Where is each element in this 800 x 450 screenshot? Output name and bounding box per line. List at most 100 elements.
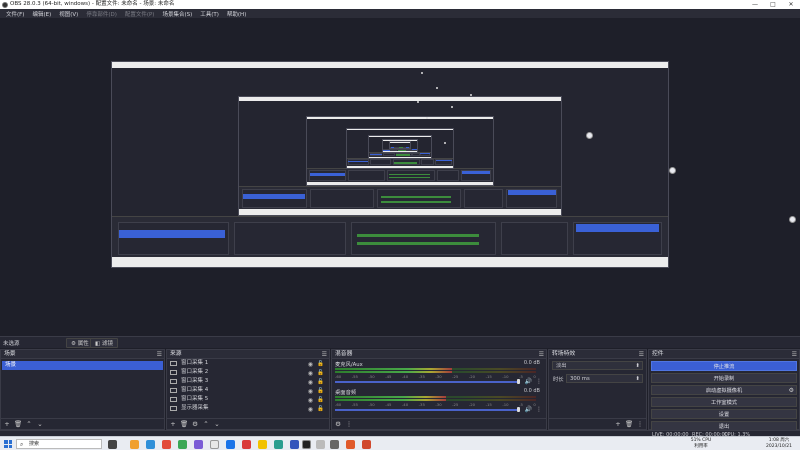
menu-docks[interactable]: 停靠部件(D) xyxy=(82,10,121,18)
settings-button[interactable]: 设置 xyxy=(651,409,797,419)
search-icon: ⌕ xyxy=(20,441,24,448)
volume-slider-handle[interactable] xyxy=(517,379,520,384)
preview-dot xyxy=(470,94,472,96)
dock-menu-icon[interactable]: ☰ xyxy=(792,350,797,359)
gear-icon[interactable]: ⚙ xyxy=(789,386,794,396)
menu-profile[interactable]: 配置文件(P) xyxy=(121,10,159,18)
menu-tools[interactable]: 工具(T) xyxy=(196,10,223,18)
volume-slider-handle[interactable] xyxy=(517,407,520,412)
preview-handle-icon[interactable] xyxy=(586,132,593,139)
scene-list-item[interactable]: 场景 xyxy=(2,361,163,370)
virtual-camera-label: 启动虚拟摄像机 xyxy=(705,388,743,394)
search-placeholder: 搜索 xyxy=(29,441,40,447)
preview-handle-icon[interactable] xyxy=(669,167,676,174)
maximize-button[interactable]: □ xyxy=(764,0,782,9)
minimize-button[interactable]: — xyxy=(746,0,764,9)
close-button[interactable]: ✕ xyxy=(782,0,800,9)
wechat-icon[interactable] xyxy=(178,439,187,449)
trash-icon[interactable]: 🗑 xyxy=(14,420,22,428)
tick-label: -20 xyxy=(468,374,476,379)
filters-button[interactable]: ◧ 滤镜 xyxy=(90,338,118,348)
duration-input[interactable]: 300 ms ⬍ xyxy=(566,374,643,383)
chevron-up-icon[interactable]: ⌃ xyxy=(202,420,210,428)
studio-mode-button[interactable]: 工作室模式 xyxy=(651,397,797,407)
volume-icon[interactable]: 🔊 xyxy=(525,406,532,413)
file-explorer-icon[interactable] xyxy=(130,439,139,449)
dock-menu-icon[interactable]: ☰ xyxy=(639,350,644,359)
tick-label: -55 xyxy=(351,374,358,379)
lock-icon[interactable]: 🔓 xyxy=(317,405,324,414)
dock-menu-icon[interactable]: ☰ xyxy=(157,350,162,359)
more-icon[interactable]: ⋮ xyxy=(536,378,542,385)
menu-file[interactable]: 文件(F) xyxy=(2,10,28,18)
more-icon[interactable]: ⋮ xyxy=(536,406,542,413)
tick-label: -40 xyxy=(401,374,409,379)
gear-icon[interactable]: ⚙ xyxy=(334,420,342,428)
source-item[interactable]: 显示器采集 ◉ 🔓 xyxy=(167,404,329,413)
start-virtual-camera-button[interactable]: 启动虚拟摄像机 ⚙ xyxy=(651,385,797,395)
source-item[interactable]: 窗口采集 2 ◉ 🔓 xyxy=(167,368,329,377)
preview-handle-icon[interactable] xyxy=(789,216,796,223)
app-icon[interactable] xyxy=(330,439,339,449)
app-icon[interactable] xyxy=(290,439,299,449)
tick-label: -10 xyxy=(502,402,509,407)
volume-icon[interactable]: 🔊 xyxy=(525,378,532,385)
app-icon[interactable] xyxy=(274,439,283,449)
obs-taskbar-icon[interactable] xyxy=(302,439,311,449)
windows-start-icon[interactable] xyxy=(4,440,12,448)
clock[interactable]: 1:08 周六 2023/10/21 xyxy=(762,438,796,450)
properties-label: 属性 xyxy=(77,341,89,347)
app-icon[interactable] xyxy=(194,439,203,449)
add-icon[interactable]: + xyxy=(169,420,177,428)
clock-date: 2023/10/21 xyxy=(766,444,792,449)
app-icon[interactable] xyxy=(362,439,371,449)
app-icon[interactable] xyxy=(316,439,325,449)
transition-select[interactable]: 淡出 ⬍ xyxy=(552,361,643,370)
source-label: 窗口采集 2 xyxy=(181,369,209,375)
chevron-up-icon[interactable]: ⌃ xyxy=(25,420,33,428)
menu-edit[interactable]: 编辑(E) xyxy=(28,10,55,18)
app-icon[interactable] xyxy=(210,439,219,449)
trash-icon[interactable]: 🗑 xyxy=(180,420,188,428)
menu-help[interactable]: 帮助(H) xyxy=(223,10,250,18)
no-source-selected-label: 未选源 xyxy=(3,341,20,347)
app-icon[interactable] xyxy=(242,439,251,449)
app-icon[interactable] xyxy=(346,439,355,449)
volume-slider[interactable] xyxy=(335,409,520,411)
source-item[interactable]: 窗口采集 1 ◉ 🔓 xyxy=(167,359,329,368)
chevron-down-icon[interactable]: ⌄ xyxy=(213,420,221,428)
filter-icon: ◧ xyxy=(95,341,102,347)
menu-view[interactable]: 视图(V) xyxy=(55,10,82,18)
chrome-icon[interactable] xyxy=(226,439,235,449)
more-icon[interactable]: ⋮ xyxy=(345,420,353,428)
eye-icon[interactable]: ◉ xyxy=(308,405,313,414)
task-view-icon[interactable] xyxy=(108,439,117,449)
preview-canvas[interactable] xyxy=(0,18,800,332)
more-icon[interactable]: ⋮ xyxy=(636,420,644,428)
taskbar-search-input[interactable]: ⌕ 搜索 xyxy=(16,439,102,449)
dock-menu-icon[interactable]: ☰ xyxy=(322,350,327,359)
start-recording-button[interactable]: 开始录制 xyxy=(651,373,797,383)
source-item[interactable]: 窗口采集 5 ◉ 🔓 xyxy=(167,395,329,404)
volume-slider[interactable] xyxy=(335,381,520,383)
menu-scene-collection[interactable]: 场景集合(S) xyxy=(158,10,196,18)
mixer-channel: 桌面音频 0.0 dB -60 -55 -50 -45 -40 -35 -30 -25 -20 -15… xyxy=(332,387,546,415)
tick-label: -60 xyxy=(335,402,342,407)
edge-icon[interactable] xyxy=(146,439,155,449)
add-icon[interactable]: + xyxy=(3,420,11,428)
gear-icon[interactable]: ⚙ xyxy=(191,420,199,428)
spinner-icon: ⬍ xyxy=(635,363,640,369)
trash-icon[interactable]: 🗑 xyxy=(625,420,633,428)
cpu-usage-tray[interactable]: 51% CPU利用率 xyxy=(690,438,712,450)
app-icon[interactable] xyxy=(258,439,267,449)
chevron-down-icon[interactable]: ⌄ xyxy=(36,420,44,428)
tick-label: -25 xyxy=(452,374,459,379)
transitions-footer: + 🗑 ⋮ xyxy=(549,418,646,429)
tick-label: -10 xyxy=(502,374,509,379)
source-item[interactable]: 窗口采集 4 ◉ 🔓 xyxy=(167,386,329,395)
app-icon[interactable] xyxy=(162,439,171,449)
stop-streaming-button[interactable]: 停止推流 xyxy=(651,361,797,371)
add-icon[interactable]: + xyxy=(614,420,622,428)
source-item[interactable]: 窗口采集 3 ◉ 🔓 xyxy=(167,377,329,386)
dock-menu-icon[interactable]: ☰ xyxy=(539,350,544,359)
